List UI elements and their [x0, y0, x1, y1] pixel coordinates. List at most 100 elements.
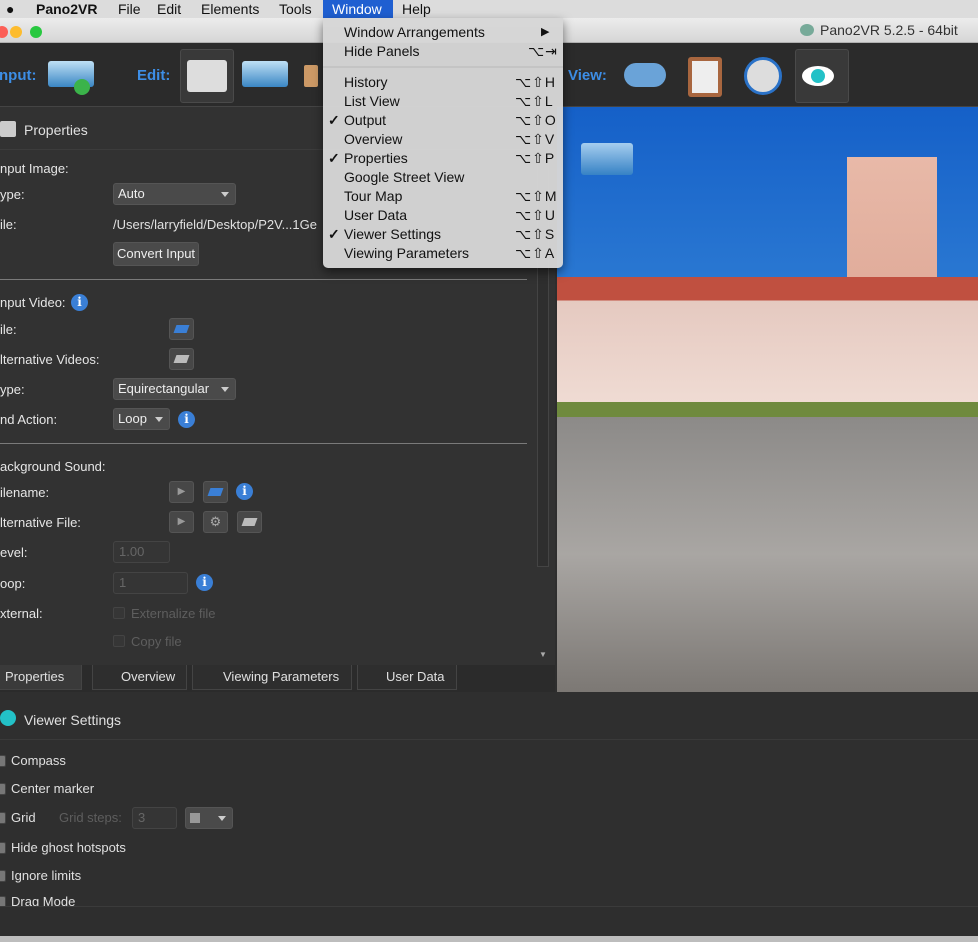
tab-properties[interactable]: Properties: [0, 665, 82, 690]
tab-user-data[interactable]: User Data: [357, 665, 457, 690]
menu-item-shortcut: ⌥⇧M: [515, 188, 558, 204]
loop-label: oop:: [0, 576, 26, 591]
loop-spinbox[interactable]: 1: [113, 572, 188, 594]
panel-title: Viewer Settings: [24, 712, 122, 728]
cobblestone-ground: [557, 417, 978, 692]
menu-item-properties[interactable]: ✓ Properties ⌥⇧P: [323, 149, 563, 168]
play-icon[interactable]: ▶: [169, 481, 194, 503]
video-type-select[interactable]: Equirectangular: [113, 378, 236, 400]
center-marker-checkbox[interactable]: [0, 783, 6, 795]
history-clock-icon[interactable]: [736, 49, 790, 103]
menu-item-viewer-settings[interactable]: ✓ Viewer Settings ⌥⇧S: [323, 225, 563, 244]
external-label: xternal:: [0, 606, 43, 621]
hide-ghost-hotspots-label: Hide ghost hotspots: [11, 840, 126, 855]
menu-item-overview[interactable]: Overview ⌥⇧V: [323, 130, 563, 149]
ignore-limits-checkbox[interactable]: [0, 870, 6, 882]
menu-app[interactable]: Pano2VR: [36, 0, 97, 18]
open-folder-icon[interactable]: [237, 511, 262, 533]
panorama-preview[interactable]: [557, 107, 978, 692]
menu-item-shortcut: ⌥⇧O: [515, 112, 557, 128]
input-video-heading: nput Video:: [0, 295, 66, 310]
add-input-icon[interactable]: [44, 49, 98, 103]
panel-title: Properties: [24, 122, 88, 138]
drag-mode-label: Drag Mode: [11, 894, 76, 906]
menu-item-window-arrangements[interactable]: Window Arrangements ▶: [323, 23, 563, 42]
viewer-settings-eye-icon: [0, 710, 16, 726]
binoculars-icon[interactable]: [618, 49, 672, 103]
scroll-down-arrow[interactable]: ▼: [537, 650, 549, 662]
properties-icon: [0, 121, 16, 137]
view-label: View:: [568, 67, 607, 84]
convert-input-button[interactable]: Convert Input: [113, 242, 200, 266]
menu-item-label: User Data: [344, 207, 408, 223]
user-data-icon[interactable]: [300, 49, 322, 103]
menu-item-history[interactable]: History ⌥⇧H: [323, 73, 563, 92]
filename-label: ilename:: [0, 485, 50, 500]
minimize-button[interactable]: [10, 26, 22, 38]
info-icon[interactable]: i: [196, 574, 213, 591]
tab-overview[interactable]: Overview: [92, 665, 187, 690]
menu-item-tour-map[interactable]: Tour Map ⌥⇧M: [323, 187, 563, 206]
grid-color-select[interactable]: [185, 807, 233, 829]
clipboard-icon[interactable]: [678, 49, 732, 103]
open-folder-icon[interactable]: [169, 348, 194, 370]
tab-viewing-parameters[interactable]: Viewing Parameters: [192, 665, 352, 690]
grid-steps-spinbox[interactable]: 3: [132, 807, 177, 829]
grid-pattern-icon: [190, 813, 200, 823]
menu-item-hide-panels[interactable]: Hide Panels ⌥⇥: [323, 42, 563, 61]
grid-checkbox[interactable]: [0, 812, 6, 824]
compass-checkbox[interactable]: [0, 755, 6, 767]
image-type-select[interactable]: Auto: [113, 183, 236, 205]
info-icon[interactable]: i: [71, 294, 88, 311]
checkmark-icon: ✓: [328, 226, 340, 242]
hide-ghost-hotspots-checkbox[interactable]: [0, 842, 6, 854]
info-icon[interactable]: i: [236, 483, 253, 500]
info-icon[interactable]: i: [178, 411, 195, 428]
properties-sliders-icon[interactable]: [180, 49, 234, 103]
menu-item-label: Tour Map: [344, 188, 403, 204]
menu-tools[interactable]: Tools: [279, 0, 312, 18]
menu-elements[interactable]: Elements: [201, 0, 259, 18]
menu-item-output[interactable]: ✓ Output ⌥⇧O: [323, 111, 563, 130]
level-spinbox[interactable]: 1.00: [113, 541, 170, 563]
ignore-limits-label: Ignore limits: [11, 868, 82, 883]
app-icon: [800, 24, 814, 36]
menu-item-shortcut: ⌥⇧L: [515, 93, 554, 109]
apple-icon[interactable]: ●: [6, 0, 14, 18]
menu-item-label: List View: [344, 93, 400, 109]
center-marker-label: Center marker: [11, 781, 95, 796]
end-action-select[interactable]: Loop: [113, 408, 170, 430]
menu-edit[interactable]: Edit: [157, 0, 181, 18]
checkmark-icon: ✓: [328, 112, 340, 128]
menu-window[interactable]: Window: [323, 0, 393, 18]
input-image-heading: nput Image:: [0, 161, 69, 176]
background-sound-heading: ackground Sound:: [0, 459, 106, 474]
menu-item-viewing-parameters[interactable]: Viewing Parameters ⌥⇧A: [323, 244, 563, 263]
menu-item-label: Viewer Settings: [344, 226, 442, 242]
viewer-settings-eye-icon[interactable]: [795, 49, 849, 103]
viewing-parameters-icon[interactable]: [238, 49, 292, 103]
menu-bar: ● Pano2VR File Edit Elements Tools Windo…: [0, 0, 978, 18]
copy-file-checkbox[interactable]: [113, 635, 125, 647]
level-label: evel:: [0, 545, 28, 560]
drag-mode-checkbox[interactable]: [0, 896, 6, 906]
menu-item-google-street-view[interactable]: Google Street View: [323, 168, 563, 187]
menu-item-shortcut: ⌥⇧S: [515, 226, 556, 242]
play-icon[interactable]: ▶: [169, 511, 194, 533]
menu-help[interactable]: Help: [402, 0, 431, 18]
open-folder-icon[interactable]: [203, 481, 228, 503]
externalize-checkbox[interactable]: [113, 607, 125, 619]
input-label: nput:: [0, 67, 37, 84]
menu-item-user-data[interactable]: User Data ⌥⇧U: [323, 206, 563, 225]
zoom-button[interactable]: [30, 26, 42, 38]
gear-icon[interactable]: ⚙: [203, 511, 228, 533]
menu-item-shortcut: ⌥⇧H: [515, 74, 556, 90]
menu-file[interactable]: File: [118, 0, 141, 18]
alt-videos-label: lternative Videos:: [0, 352, 100, 367]
open-folder-icon[interactable]: [169, 318, 194, 340]
panel-tabs: Properties Overview Viewing Parameters U…: [0, 665, 555, 692]
close-button[interactable]: [0, 26, 8, 38]
menu-item-list-view[interactable]: List View ⌥⇧L: [323, 92, 563, 111]
submenu-arrow-icon: ▶: [541, 26, 551, 38]
viewer-settings-panel: Viewer Settings Compass Center marker Gr…: [0, 692, 978, 906]
